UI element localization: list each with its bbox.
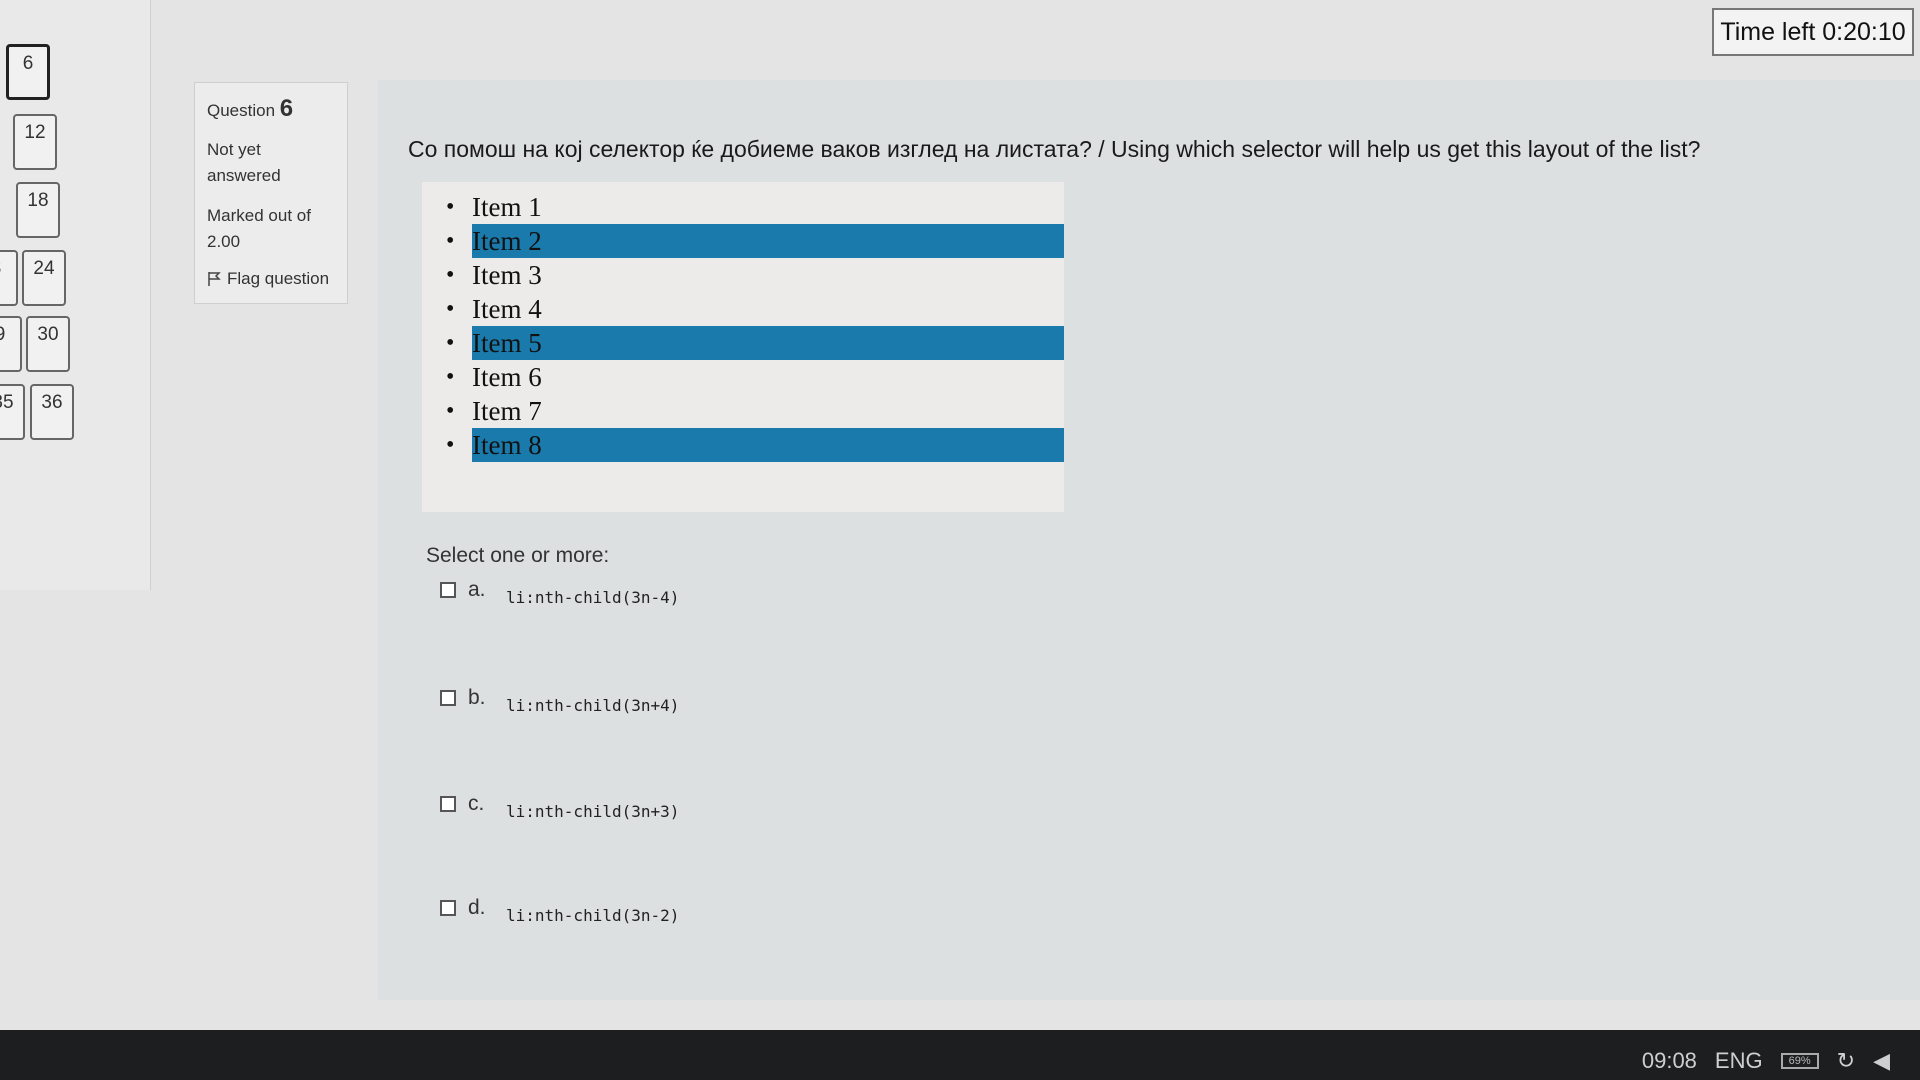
preview-list-item: Item 6: [422, 360, 1064, 394]
quiz-nav-button-36[interactable]: 36: [30, 384, 74, 440]
question-status: Not yet answered: [207, 140, 281, 185]
volume-icon[interactable]: ◀: [1873, 1048, 1890, 1074]
taskbar: 09:08 ENG 69% ↻ ◀: [0, 1030, 1920, 1080]
flag-icon: [208, 272, 221, 286]
time-left: Time left 0:20:10: [1712, 8, 1914, 56]
option-a-checkbox[interactable]: [440, 582, 456, 598]
quiz-nav-button-6[interactable]: 6: [6, 44, 50, 100]
quiz-nav-button-18[interactable]: 18: [16, 182, 60, 238]
quiz-nav-button-35-partial[interactable]: 35: [0, 384, 25, 440]
preview-list-item-text: Item 5: [472, 326, 1064, 360]
preview-list-item-text: Item 2: [472, 224, 1064, 258]
preview-list-item: Item 5: [422, 326, 1064, 360]
preview-list-item-text: Item 6: [472, 362, 542, 392]
preview-list-item: Item 7: [422, 394, 1064, 428]
flag-question-button[interactable]: Flag question: [207, 269, 335, 289]
option-d-checkbox[interactable]: [440, 900, 456, 916]
preview-list-item-text: Item 3: [472, 260, 542, 290]
preview-list-item: Item 3: [422, 258, 1064, 292]
quiz-nav-button-3-partial[interactable]: 3: [0, 250, 18, 306]
preview-list-item-text: Item 1: [472, 192, 542, 222]
preview-list-item-text: Item 8: [472, 428, 1064, 462]
language-indicator[interactable]: ENG: [1715, 1048, 1763, 1074]
preview-list-item-text: Item 7: [472, 396, 542, 426]
preview-list: Item 1Item 2Item 3 Item 4Item 5Item 6 Item…: [422, 182, 1064, 462]
option-d-code: li:nth-child(3n-2): [506, 906, 680, 925]
option-c-letter: c.: [468, 792, 485, 815]
option-b-code: li:nth-child(3n+4): [506, 696, 680, 715]
quiz-nav-button-30[interactable]: 30: [26, 316, 70, 372]
question-number-value: 6: [279, 95, 294, 122]
option-a-letter: a.: [468, 578, 486, 601]
select-label: Select one or more:: [426, 544, 610, 567]
refresh-icon[interactable]: ↻: [1837, 1048, 1855, 1074]
option-a[interactable]: a. li:nth-child(3n-4): [440, 578, 679, 607]
list-preview-image: Item 1Item 2Item 3 Item 4Item 5Item 6 Item…: [422, 182, 1064, 512]
question-content: Со помош на кој селектор ќе добиеме вако…: [378, 80, 1920, 1000]
option-a-code: li:nth-child(3n-4): [506, 588, 680, 607]
question-marks: Marked out of 2.00: [207, 206, 311, 251]
option-d-letter: d.: [468, 896, 486, 919]
preview-list-item: Item 4: [422, 292, 1064, 326]
option-d[interactable]: d. li:nth-child(3n-2): [440, 896, 679, 925]
preview-list-item: Item 1: [422, 190, 1064, 224]
option-b[interactable]: b. li:nth-child(3n+4): [440, 686, 679, 715]
quiz-nav-button-9-partial[interactable]: 9: [0, 316, 22, 372]
option-c-code: li:nth-child(3n+3): [506, 802, 680, 821]
system-tray: 09:08 ENG 69% ↻ ◀: [1642, 1048, 1890, 1074]
clock[interactable]: 09:08: [1642, 1048, 1697, 1074]
quiz-navigation: 6 12 18 3 24 9 30 35 36: [0, 0, 151, 590]
preview-list-item-text: Item 4: [472, 294, 542, 324]
option-c-checkbox[interactable]: [440, 796, 456, 812]
quiz-nav-button-24[interactable]: 24: [22, 250, 66, 306]
option-c[interactable]: c. li:nth-child(3n+3): [440, 792, 679, 821]
quiz-nav-button-12[interactable]: 12: [13, 114, 57, 170]
flag-question-label: Flag question: [227, 269, 330, 288]
option-b-checkbox[interactable]: [440, 690, 456, 706]
question-text: Со помош на кој селектор ќе добиеме вако…: [408, 136, 1701, 162]
question-info: Question 6 Not yet answered Marked out o…: [194, 82, 348, 304]
question-prefix: Question: [207, 101, 276, 120]
question-number: Question 6: [207, 95, 335, 123]
option-b-letter: b.: [468, 686, 486, 709]
battery-icon[interactable]: 69%: [1780, 1053, 1819, 1069]
preview-list-item: Item 2: [422, 224, 1064, 258]
preview-list-item: Item 8: [422, 428, 1064, 462]
